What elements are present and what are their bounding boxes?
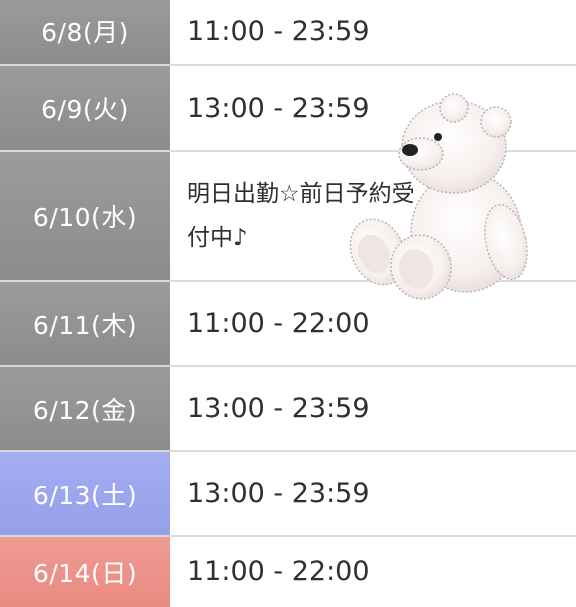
schedule-table: 6/8(月) 11:00 - 23:59 6/9(火) 13:00 - 23:5… bbox=[0, 0, 576, 607]
schedule-row-6-13: 6/13(土) 13:00 - 23:59 bbox=[0, 452, 576, 537]
date-cell-sunday: 6/14(日) bbox=[0, 537, 170, 607]
schedule-row-6-8: 6/8(月) 11:00 - 23:59 bbox=[0, 0, 576, 66]
teddy-bear-icon bbox=[349, 93, 528, 300]
date-cell-saturday: 6/13(土) bbox=[0, 452, 170, 537]
time-cell: 11:00 - 22:00 bbox=[170, 537, 576, 605]
date-cell: 6/12(金) bbox=[0, 367, 170, 452]
date-cell: 6/8(月) bbox=[0, 0, 170, 66]
schedule-row-6-14: 6/14(日) 11:00 - 22:00 bbox=[0, 537, 576, 607]
date-cell: 6/9(火) bbox=[0, 66, 170, 152]
date-cell: 6/10(水) bbox=[0, 152, 170, 282]
date-cell: 6/11(木) bbox=[0, 282, 170, 367]
time-cell: 13:00 - 23:59 bbox=[170, 367, 576, 450]
time-cell: 13:00 - 23:59 bbox=[170, 452, 576, 535]
schedule-row-6-12: 6/12(金) 13:00 - 23:59 bbox=[0, 367, 576, 452]
time-cell: 11:00 - 23:59 bbox=[170, 0, 576, 64]
